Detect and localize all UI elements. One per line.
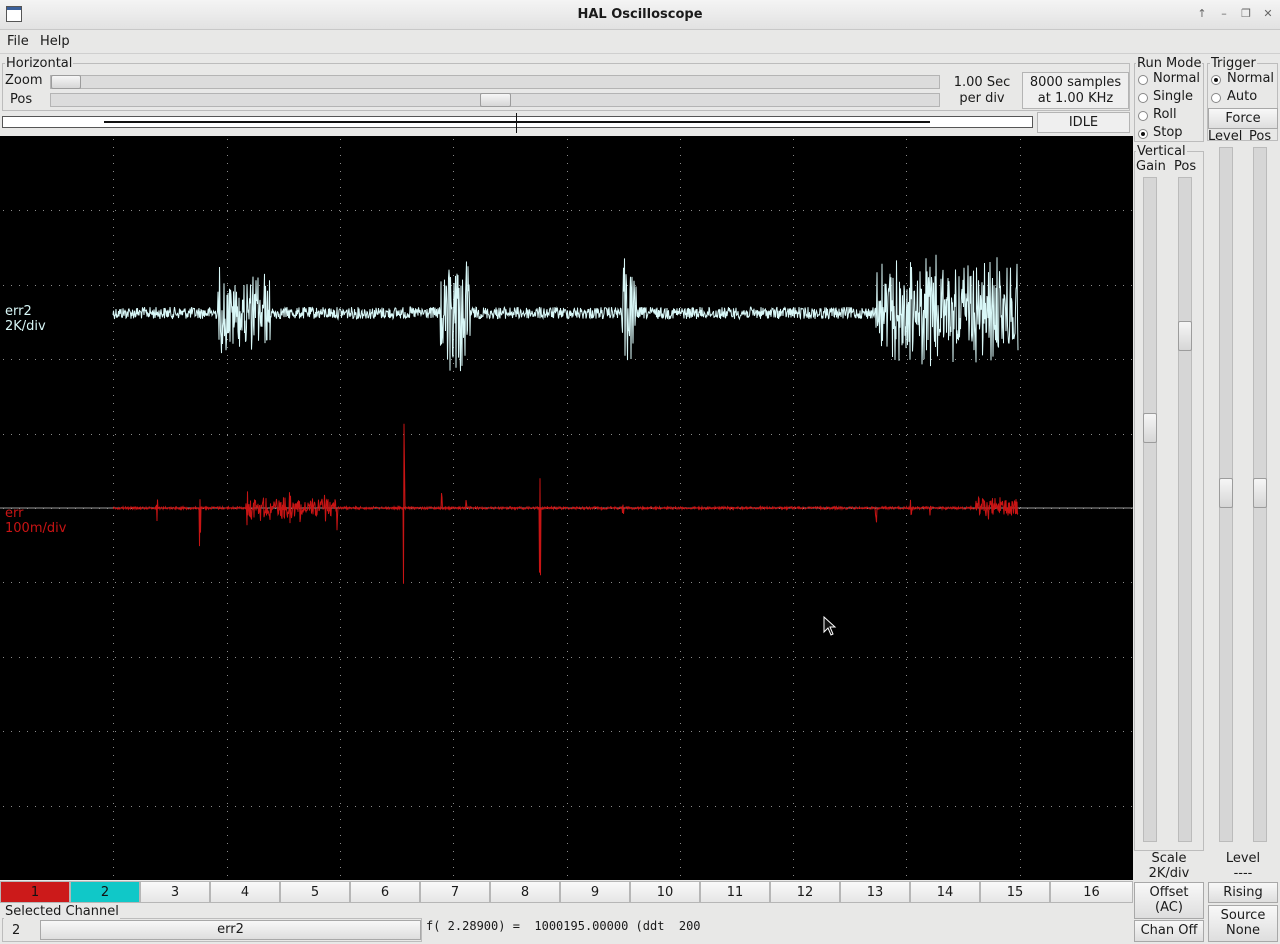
pos-label: Pos bbox=[10, 92, 33, 107]
channel-button-3[interactable]: 3 bbox=[140, 881, 210, 903]
scale-value: 2K/div bbox=[1148, 866, 1190, 881]
run-roll-radio[interactable] bbox=[1138, 111, 1148, 121]
trigger-level-thumb[interactable] bbox=[1219, 478, 1233, 508]
trigger-level-readout: Level ---- bbox=[1208, 851, 1278, 881]
trigger-auto-radio[interactable] bbox=[1211, 93, 1221, 103]
trigger-normal-label[interactable]: Normal bbox=[1227, 71, 1274, 86]
run-stop-label[interactable]: Stop bbox=[1153, 125, 1183, 140]
offset-mode: (AC) bbox=[1155, 900, 1183, 915]
channel-button-5[interactable]: 5 bbox=[280, 881, 350, 903]
run-single-radio[interactable] bbox=[1138, 93, 1148, 103]
record-window bbox=[104, 121, 930, 123]
menu-help[interactable]: Help bbox=[40, 34, 70, 49]
scope-canvas bbox=[0, 139, 1133, 876]
horizontal-label: Horizontal bbox=[5, 56, 74, 71]
pos-slider-thumb[interactable] bbox=[479, 93, 511, 107]
channel-button-8[interactable]: 8 bbox=[490, 881, 560, 903]
err2-scale: 2K/div bbox=[5, 319, 46, 334]
run-mode-label: Run Mode bbox=[1136, 56, 1203, 71]
err2-trace-label: err2 2K/div bbox=[5, 304, 46, 334]
channel-button-4[interactable]: 4 bbox=[210, 881, 280, 903]
mouse-pointer-icon bbox=[823, 616, 837, 636]
trigger-level-value: ---- bbox=[1233, 866, 1253, 881]
zoom-slider[interactable] bbox=[50, 75, 940, 89]
trigger-level-caption: Level bbox=[1225, 851, 1261, 866]
time-per-div: 1.00 Sec per div bbox=[946, 75, 1018, 107]
run-stop-radio[interactable] bbox=[1138, 129, 1148, 139]
run-roll-label[interactable]: Roll bbox=[1153, 107, 1177, 122]
err2-trace bbox=[112, 254, 1019, 372]
record-strip[interactable] bbox=[2, 113, 1033, 133]
channel-button-7[interactable]: 7 bbox=[420, 881, 490, 903]
trigger-pos-label: Pos bbox=[1249, 129, 1272, 144]
channel-button-6[interactable]: 6 bbox=[350, 881, 420, 903]
record-position-marker bbox=[516, 113, 517, 133]
channel-button-10[interactable]: 10 bbox=[630, 881, 700, 903]
run-normal-label[interactable]: Normal bbox=[1153, 71, 1200, 86]
time-rate: 1.00 Sec bbox=[953, 75, 1011, 90]
selected-channel-name[interactable]: err2 bbox=[40, 920, 421, 940]
vertical-gain-thumb[interactable] bbox=[1143, 413, 1157, 443]
channel-button-1[interactable]: 1 bbox=[0, 881, 70, 903]
run-normal-radio[interactable] bbox=[1138, 75, 1148, 85]
sample-rate: at 1.00 KHz bbox=[1037, 91, 1114, 106]
scope-display[interactable]: err2 2K/div err 100m/div bbox=[0, 136, 1133, 880]
err-trace-label: err 100m/div bbox=[5, 506, 66, 536]
trigger-edge-button[interactable]: Rising bbox=[1208, 882, 1278, 903]
scale-label: Scale bbox=[1151, 851, 1187, 866]
channel-button-11[interactable]: 11 bbox=[700, 881, 770, 903]
menu-file[interactable]: File bbox=[7, 34, 29, 49]
err-trace bbox=[112, 423, 1019, 584]
channel-button-12[interactable]: 12 bbox=[770, 881, 840, 903]
trigger-normal-radio[interactable] bbox=[1211, 75, 1221, 85]
run-status: IDLE bbox=[1037, 112, 1130, 133]
selected-channel-number: 2 bbox=[12, 923, 21, 938]
force-button[interactable]: Force bbox=[1208, 108, 1278, 129]
channel-button-13[interactable]: 13 bbox=[840, 881, 910, 903]
channel-button-16[interactable]: 16 bbox=[1050, 881, 1133, 903]
run-single-label[interactable]: Single bbox=[1153, 89, 1193, 104]
close-icon[interactable]: ✕ bbox=[1260, 6, 1276, 22]
trigger-source-button[interactable]: Source None bbox=[1208, 905, 1278, 942]
minimize-icon[interactable]: – bbox=[1216, 6, 1232, 22]
sample-count: 8000 samples bbox=[1029, 75, 1122, 90]
err2-name: err2 bbox=[5, 304, 32, 319]
sample-info[interactable]: 8000 samples at 1.00 KHz bbox=[1022, 72, 1129, 109]
chan-off-button[interactable]: Chan Off bbox=[1134, 920, 1204, 942]
vertical-pos-thumb[interactable] bbox=[1178, 321, 1192, 351]
trigger-source-value: None bbox=[1226, 923, 1260, 938]
offset-button[interactable]: Offset (AC) bbox=[1134, 882, 1204, 919]
err-name: err bbox=[5, 506, 24, 521]
window-title: HAL Oscilloscope bbox=[577, 7, 703, 22]
zoom-label: Zoom bbox=[5, 73, 43, 88]
channel-button-2[interactable]: 2 bbox=[70, 881, 140, 903]
vertical-gain-slider[interactable] bbox=[1143, 177, 1157, 842]
trigger-level-label: Level bbox=[1208, 129, 1243, 144]
vertical-gain-label: Gain bbox=[1136, 159, 1166, 174]
time-rate-unit: per div bbox=[959, 91, 1005, 106]
channel-button-14[interactable]: 14 bbox=[910, 881, 980, 903]
vertical-pos-label: Pos bbox=[1174, 159, 1197, 174]
selected-channel-label: Selected Channel bbox=[4, 904, 120, 919]
menu-bar bbox=[0, 31, 1280, 54]
offset-label: Offset bbox=[1149, 885, 1189, 900]
trigger-source-label: Source bbox=[1220, 908, 1266, 923]
channel-button-9[interactable]: 9 bbox=[560, 881, 630, 903]
zoom-slider-thumb[interactable] bbox=[51, 75, 81, 89]
err-scale: 100m/div bbox=[5, 521, 67, 536]
maximize-icon[interactable]: ❐ bbox=[1238, 6, 1254, 22]
channel-button-15[interactable]: 15 bbox=[980, 881, 1050, 903]
vertical-pos-slider[interactable] bbox=[1178, 177, 1192, 842]
trigger-label: Trigger bbox=[1210, 56, 1257, 71]
vertical-label: Vertical bbox=[1136, 144, 1187, 159]
vertical-scale: Scale 2K/div bbox=[1134, 851, 1204, 881]
trigger-pos-thumb[interactable] bbox=[1253, 478, 1267, 508]
trigger-auto-label[interactable]: Auto bbox=[1227, 89, 1257, 104]
cursor-readout: f( 2.28900) = 1000195.00000 (ddt 200 bbox=[426, 919, 701, 933]
shade-icon[interactable]: ↑ bbox=[1194, 6, 1210, 22]
